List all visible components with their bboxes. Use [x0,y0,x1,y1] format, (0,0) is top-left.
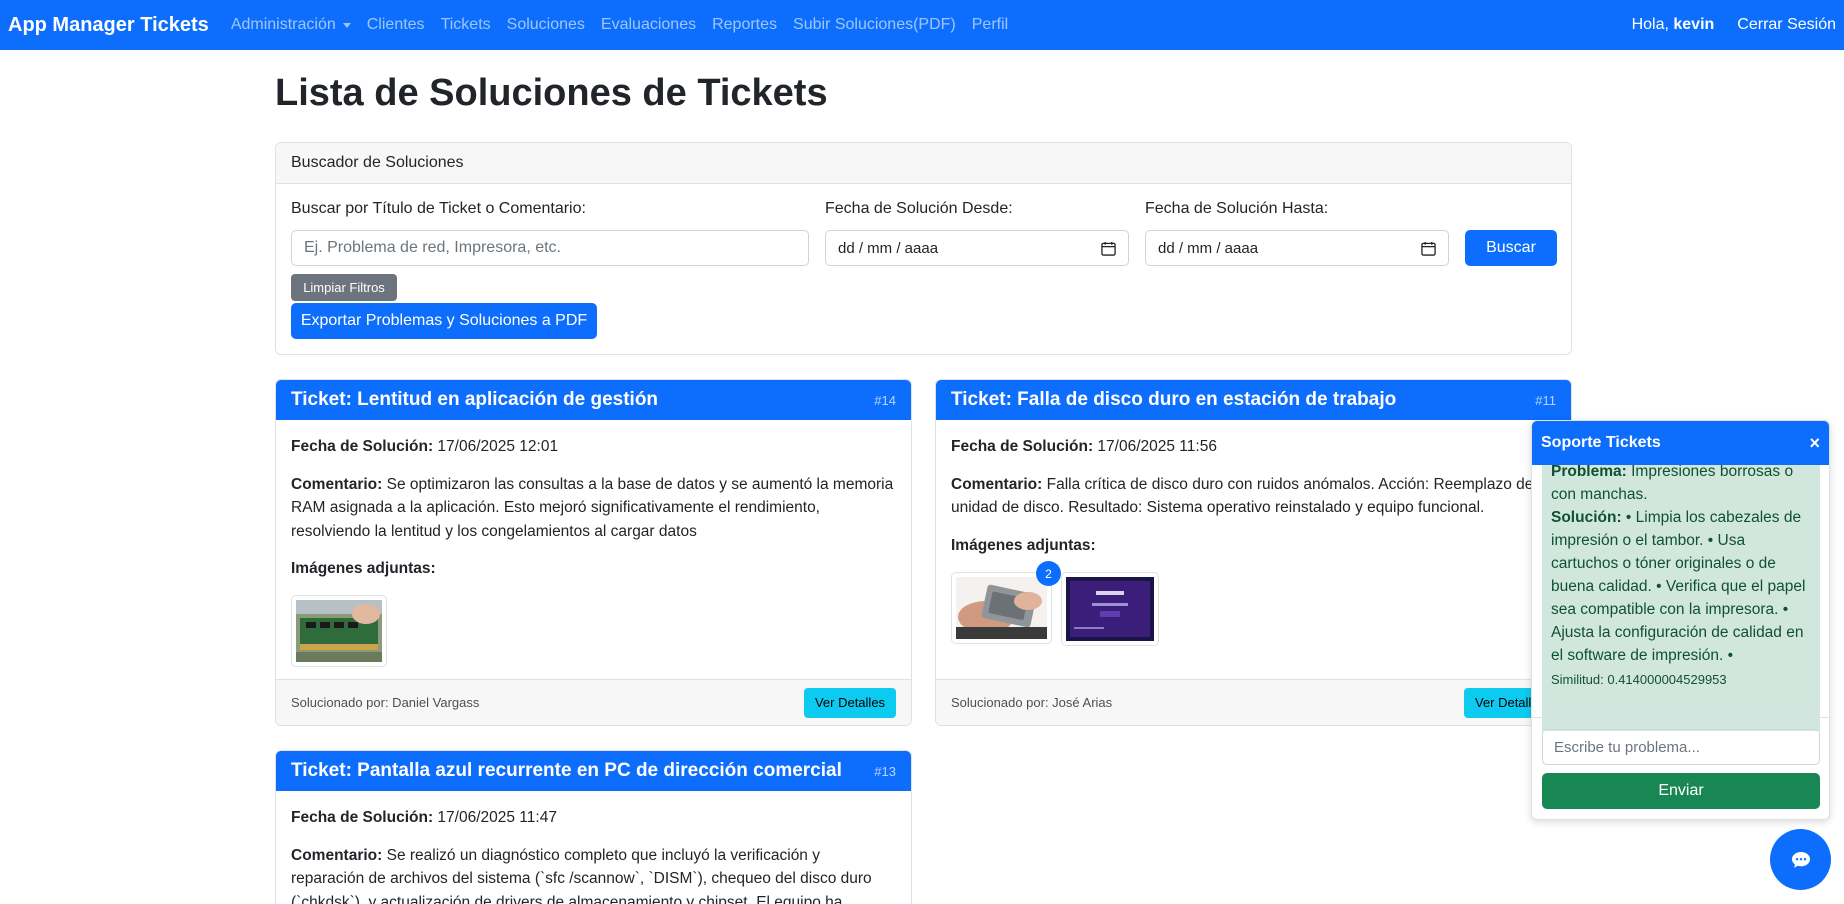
problem-label: Problema: [1551,465,1627,480]
brand-logo[interactable]: App Manager Tickets [8,14,209,37]
image-count-badge: 2 [1036,561,1061,586]
solution-card: Ticket: Pantalla azul recurrente en PC d… [275,750,912,904]
solution-body: Fecha de Solución: 17/06/2025 11:47 Come… [276,806,911,904]
comment-label: Comentario: [951,475,1043,493]
solved-by: Solucionado por: José Arias [951,695,1113,710]
chat-messages[interactable]: Problema: Impresiones borrosas o con man… [1542,465,1820,731]
solution-card-header: Ticket: Lentitud en aplicación de gestió… [276,380,911,420]
username: kevin [1673,16,1715,33]
support-chat-widget: Soporte Tickets × Problema: Impresiones … [1531,420,1830,820]
ram-image [296,600,382,662]
send-button[interactable]: Enviar [1542,773,1820,809]
solution-title: Ticket: Pantalla azul recurrente en PC d… [291,760,842,781]
date-to-label: Fecha de Solución Hasta: [1145,200,1329,217]
chat-problem: Problema: Impresiones borrosas o con man… [1551,465,1811,506]
nav-evaluaciones[interactable]: Evaluaciones [593,16,704,34]
nav-tickets[interactable]: Tickets [433,16,499,34]
chat-divider [1532,717,1829,718]
page-title: Lista de Soluciones de Tickets [275,72,828,114]
comment-text: Se optimizaron las consultas a la base d… [291,475,894,540]
nav-subir-soluciones[interactable]: Subir Soluciones(PDF) [785,16,964,34]
similarity-score: Similitud: 0.414000004529953 [1551,672,1727,687]
close-icon[interactable]: × [1809,433,1820,454]
nav-perfil[interactable]: Perfil [964,16,1016,34]
search-button[interactable]: Buscar [1465,230,1557,266]
nav-soluciones[interactable]: Soluciones [499,16,593,34]
solution-date: Fecha de Solución: 17/06/2025 11:47 [291,806,896,830]
solution-card-header: Ticket: Pantalla azul recurrente en PC d… [276,751,911,791]
date-from-label: Fecha de Solución Desde: [825,200,1013,217]
date-to-value: dd / mm / aaaa [1158,239,1259,257]
date-value: 17/06/2025 12:01 [437,438,559,455]
chat-header: Soporte Tickets × [1532,421,1829,465]
export-pdf-button[interactable]: Exportar Problemas y Soluciones a PDF [291,303,597,339]
ticket-id: #11 [1535,392,1556,408]
calendar-icon[interactable] [1421,241,1436,256]
comment-label: Comentario: [291,475,383,493]
ticket-id: #14 [874,392,896,408]
view-details-button[interactable]: Ver Detalles [804,687,896,718]
attachment-thumbnail[interactable] [1061,572,1159,646]
images-label-text: Imágenes adjuntas: [951,536,1096,554]
attachment-thumbnail[interactable] [291,595,387,667]
search-input-field[interactable] [304,239,796,257]
solution-label: Solución: [1551,509,1622,526]
chat-input[interactable] [1542,729,1820,765]
solution-text: • Limpia los cabezales de impresión o el… [1551,509,1806,664]
calendar-icon[interactable] [1101,241,1116,256]
date-label: Fecha de Solución: [951,438,1094,455]
search-input[interactable] [291,230,809,266]
solution-date: Fecha de Solución: 17/06/2025 12:01 [291,435,896,459]
nav-reportes[interactable]: Reportes [704,16,785,34]
solution-comment: Comentario: Falla crítica de disco duro … [951,473,1556,520]
images-label-text: Imágenes adjuntas: [291,560,436,577]
solution-body: Fecha de Solución: 17/06/2025 11:56 Come… [936,435,1571,557]
greeting-text: Hola, [1631,16,1669,33]
solution-footer: Solucionado por: Daniel Vargass Ver Deta… [276,679,911,725]
solution-date: Fecha de Solución: 17/06/2025 11:56 [951,435,1556,459]
date-from-value: dd / mm / aaaa [838,239,939,257]
chat-title: Soporte Tickets [1541,434,1661,451]
solution-comment: Comentario: Se realizó un diagnóstico co… [291,844,896,904]
hard-disk-image [956,577,1047,639]
ticket-id: #13 [874,763,896,779]
chat-input-field[interactable] [1554,738,1808,756]
images-label: Imágenes adjuntas: [951,534,1556,558]
nav-clientes[interactable]: Clientes [359,16,433,34]
nav-user-area: Hola, kevin Cerrar Sesión [1632,16,1836,34]
search-card: Buscador de Soluciones Buscar por Título… [275,142,1572,355]
clear-filters-button[interactable]: Limpiar Filtros [291,274,397,301]
solution-title: Ticket: Falla de disco duro en estación … [951,389,1397,410]
nav-administracion[interactable]: Administración [223,16,359,34]
date-label: Fecha de Solución: [291,438,434,455]
date-value: 17/06/2025 11:47 [437,809,557,826]
nav-administracion-label: Administración [230,16,336,33]
solved-by: Solucionado por: Daniel Vargass [291,695,480,710]
chat-solution: Solución: • Limpia los cabezales de impr… [1551,506,1811,667]
chat-toggle-button[interactable] [1770,829,1831,890]
solution-card-header: Ticket: Falla de disco duro en estación … [936,380,1571,420]
user-greeting: Hola, kevin [1632,16,1715,34]
solution-body: Fecha de Solución: 17/06/2025 12:01 Come… [276,435,911,581]
attachment-thumbnail[interactable] [951,572,1052,644]
date-label: Fecha de Solución: [291,809,434,826]
windows-install-image [1066,577,1154,641]
comment-label: Comentario: [291,846,383,864]
solution-card: Ticket: Lentitud en aplicación de gestió… [275,379,912,726]
date-from-input[interactable]: dd / mm / aaaa [825,230,1129,266]
navbar: App Manager Tickets Administración Clien… [0,0,1844,50]
images-label: Imágenes adjuntas: [291,557,896,581]
solution-title: Ticket: Lentitud en aplicación de gestió… [291,389,659,410]
solution-footer: Solucionado por: José Arias Ver Detalles [936,679,1571,725]
solution-comment: Comentario: Se optimizaron las consultas… [291,473,896,544]
logout-link[interactable]: Cerrar Sesión [1737,16,1836,34]
search-card-header: Buscador de Soluciones [276,143,1571,184]
chevron-down-icon [342,22,351,28]
query-label: Buscar por Título de Ticket o Comentario… [291,200,586,217]
chat-bubble-icon [1791,851,1810,868]
solution-card: Ticket: Falla de disco duro en estación … [935,379,1572,726]
date-to-input[interactable]: dd / mm / aaaa [1145,230,1449,266]
date-value: 17/06/2025 11:56 [1097,438,1217,455]
